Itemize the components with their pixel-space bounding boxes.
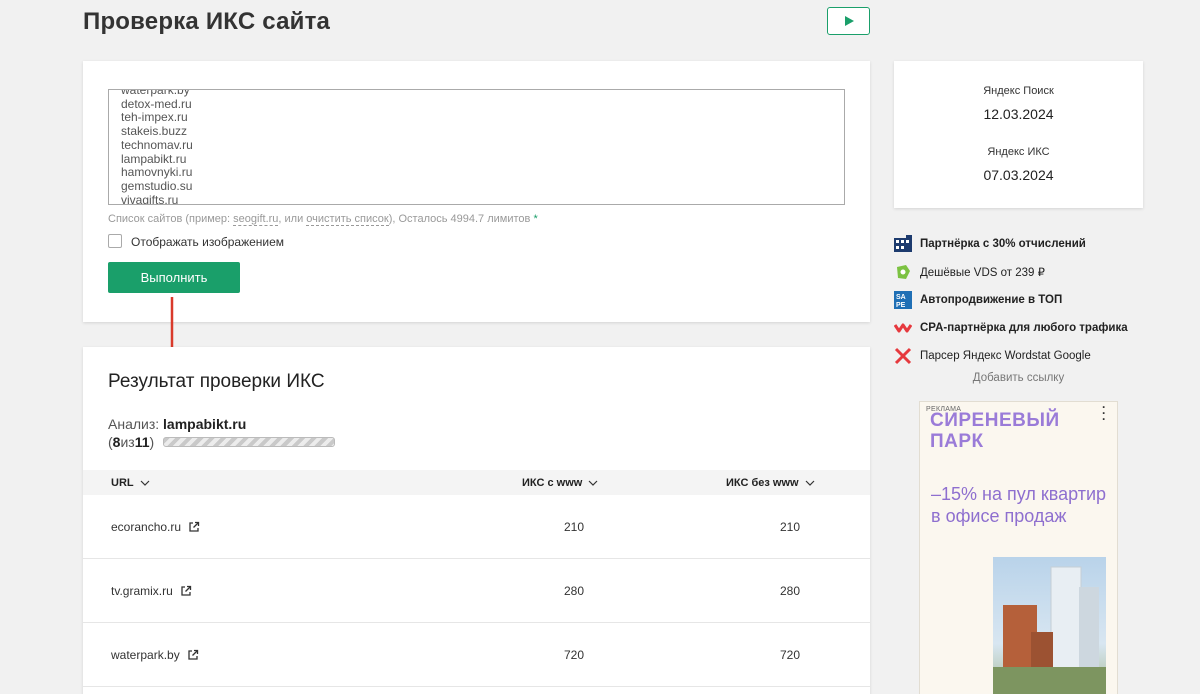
iks-no-www-cell: 280 xyxy=(780,584,801,598)
page-title: Проверка ИКС сайта xyxy=(83,8,331,35)
results-card: Результат проверки ИКС Анализ: lampabikt… xyxy=(83,347,870,694)
update-dates-card: Яндекс Поиск 12.03.2024 Яндекс ИКС 07.03… xyxy=(894,61,1143,208)
textarea-line: teh-impex.ru xyxy=(121,110,188,125)
more-options-icon[interactable]: · · · xyxy=(1102,402,1106,425)
analysis-status: Анализ: lampabikt.ru xyxy=(108,416,246,432)
promo-link-label: Дешёвые VDS от 239 ₽ xyxy=(920,267,1045,279)
promo-link-label: Партнёрка с 30% отчислений xyxy=(920,238,1086,250)
textarea-line: gemstudio.su xyxy=(121,178,193,193)
column-iks-www[interactable]: ИКС с www xyxy=(522,477,598,489)
counter-total: 11 xyxy=(134,434,150,450)
table-row: tv.gramix.ru 280 280 xyxy=(83,559,870,623)
hint-prefix: Список сайтов (пример: xyxy=(108,213,234,225)
chevron-down-icon xyxy=(588,480,598,486)
textarea-line: stakeis.buzz xyxy=(121,124,188,139)
show-as-image-checkbox[interactable] xyxy=(108,234,122,248)
table-row: ecorancho.ru 210 210 xyxy=(83,495,870,559)
textarea-line: waterpark.by xyxy=(121,89,190,97)
vds-icon xyxy=(894,263,912,281)
url-cell: waterpark.by xyxy=(111,648,199,662)
url-link[interactable]: waterpark.by xyxy=(111,648,180,662)
iks-www-cell: 210 xyxy=(564,520,585,534)
clear-list-link[interactable]: очистить список xyxy=(306,213,389,226)
play-video-button[interactable] xyxy=(827,7,870,35)
chevron-down-icon xyxy=(140,480,150,486)
sape-icon: SA PE xyxy=(894,291,912,309)
ad-brand-line1: СИРЕНЕВЫЙ xyxy=(930,410,1060,431)
promo-link-vds[interactable]: Дешёвые VDS от 239 ₽ xyxy=(894,258,1154,286)
ad-banner[interactable]: РЕКЛАМА · · · СИРЕНЕВЫЙ ПАРК –15% на пул к… xyxy=(919,401,1118,694)
run-button[interactable]: Выполнить xyxy=(108,262,240,293)
column-iks-www-label: ИКС с www xyxy=(522,477,583,489)
hint-mid: , или xyxy=(278,213,307,225)
external-link-icon[interactable] xyxy=(187,649,199,661)
check-form-card: waterpark.by detox-med.ru teh-impex.ru stak… xyxy=(83,61,870,322)
progress-counter: (8 из 11) xyxy=(108,434,336,450)
add-link[interactable]: Добавить ссылку xyxy=(894,372,1143,384)
textarea-line: detox-med.ru xyxy=(121,96,192,111)
column-url-label: URL xyxy=(111,477,134,489)
hint-limits: ), Осталось 4994.7 лимитов xyxy=(388,213,531,225)
table-header: URL ИКС с www ИКС без www xyxy=(83,470,870,495)
analysis-label: Анализ: xyxy=(108,416,160,432)
promo-links: Партнёрка с 30% отчислений Дешёвые VDS о… xyxy=(894,230,1154,370)
ad-brand-line2: ПАРК xyxy=(930,431,984,452)
results-title: Результат проверки ИКС xyxy=(108,371,325,392)
iks-www-cell: 720 xyxy=(564,648,585,662)
svg-text:PE: PE xyxy=(896,302,906,309)
counter-close: ) xyxy=(149,434,155,450)
textarea-line: lampabikt.ru xyxy=(121,151,187,166)
yandex-iks-date: 07.03.2024 xyxy=(983,167,1054,183)
promo-link-parser[interactable]: Парсер Яндекс Wordstat Google xyxy=(894,342,1154,370)
textarea-line: hamovnyki.ru xyxy=(121,165,193,180)
show-as-image-label[interactable]: Отображать изображением xyxy=(131,235,284,249)
sites-textarea[interactable]: waterpark.by detox-med.ru teh-impex.ru stak… xyxy=(108,89,845,205)
sites-hint: Список сайтов (пример: seogift.ru, или о… xyxy=(108,213,538,226)
building-image xyxy=(993,557,1106,694)
external-link-icon[interactable] xyxy=(188,521,200,533)
url-link[interactable]: ecorancho.ru xyxy=(111,520,181,534)
counter-done: 8 xyxy=(112,434,121,450)
column-iks-no-www-label: ИКС без www xyxy=(726,477,799,489)
textarea-line: vivagifts.ru xyxy=(121,192,179,205)
promo-link-cpa[interactable]: CPA-партнёрка для любого трафика xyxy=(894,314,1154,342)
cpa-icon xyxy=(894,319,912,337)
external-link-icon[interactable] xyxy=(180,585,192,597)
hint-star: * xyxy=(533,213,538,225)
counter-of: из xyxy=(120,434,135,450)
promo-link-partner[interactable]: Партнёрка с 30% отчислений xyxy=(894,230,1154,258)
svg-text:SA: SA xyxy=(896,294,906,301)
url-cell: ecorancho.ru xyxy=(111,520,200,534)
table-row: waterpark.by 720 720 xyxy=(83,623,870,687)
yandex-search-label: Яндекс Поиск xyxy=(983,85,1054,97)
example-link[interactable]: seogift.ru xyxy=(233,213,279,226)
yandex-search-date: 12.03.2024 xyxy=(983,106,1054,122)
textarea-line: technomav.ru xyxy=(121,137,193,152)
ad-text: –15% на пул квартир в офисе продаж xyxy=(931,484,1107,526)
url-cell: tv.gramix.ru xyxy=(111,584,192,598)
promo-link-sape[interactable]: SA PE Автопродвижение в ТОП xyxy=(894,286,1154,314)
iks-no-www-cell: 720 xyxy=(780,648,801,662)
iks-www-cell: 280 xyxy=(564,584,585,598)
yandex-iks-label: Яндекс ИКС xyxy=(987,146,1050,158)
iks-no-www-cell: 210 xyxy=(780,520,801,534)
partner-icon xyxy=(894,235,912,253)
promo-link-label: Автопродвижение в ТОП xyxy=(920,294,1063,306)
column-url[interactable]: URL xyxy=(111,477,150,489)
promo-link-label: Парсер Яндекс Wordstat Google xyxy=(920,350,1091,362)
ad-brand: СИРЕНЕВЫЙ ПАРК xyxy=(930,410,1060,452)
analysis-site: lampabikt.ru xyxy=(163,416,247,432)
play-icon xyxy=(844,16,854,26)
column-iks-no-www[interactable]: ИКС без www xyxy=(726,477,815,489)
parser-icon xyxy=(894,347,912,365)
chevron-down-icon xyxy=(805,480,815,486)
progress-fill xyxy=(164,438,288,446)
promo-link-label: CPA-партнёрка для любого трафика xyxy=(920,322,1128,334)
url-link[interactable]: tv.gramix.ru xyxy=(111,584,173,598)
progress-bar xyxy=(163,437,336,447)
